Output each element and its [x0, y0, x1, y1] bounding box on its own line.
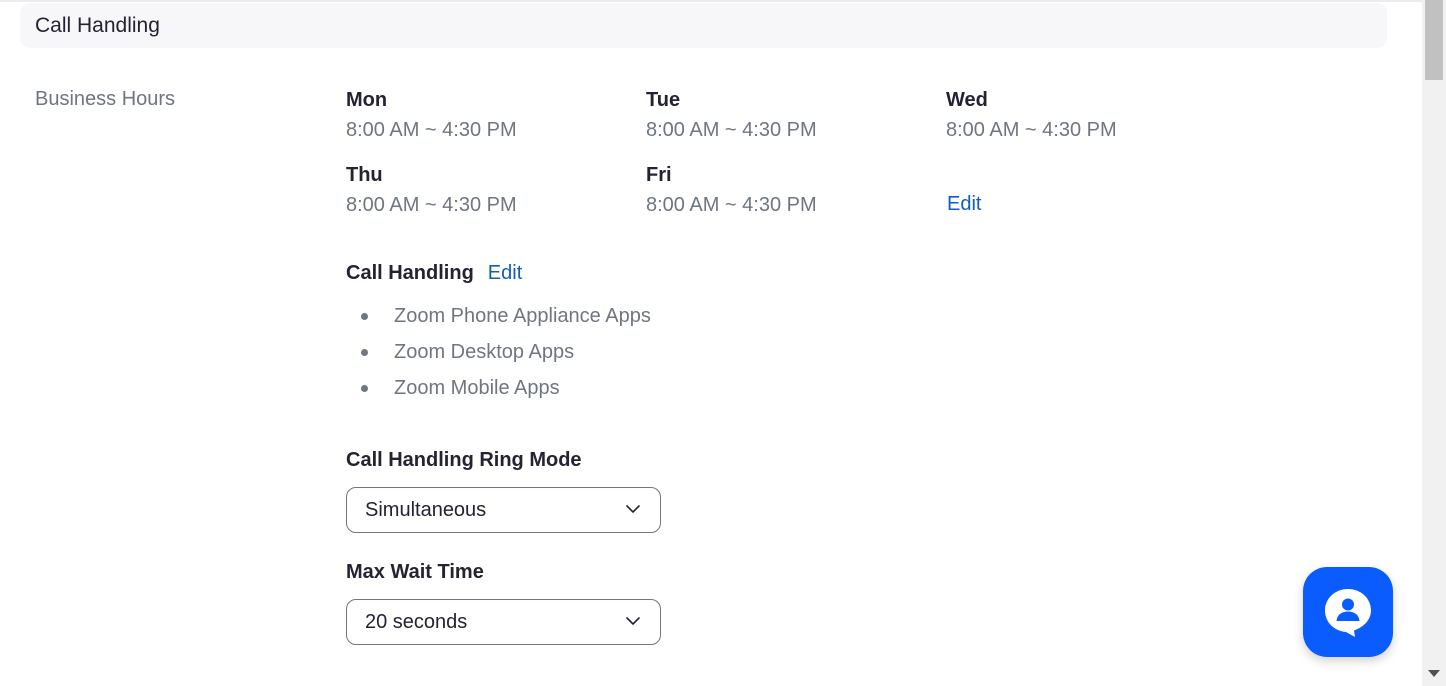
chevron-down-icon — [626, 505, 640, 513]
scroll-down-arrow-icon[interactable] — [1428, 670, 1440, 677]
edit-call-handling-link[interactable]: Edit — [488, 261, 522, 285]
app-label: Zoom Mobile Apps — [394, 377, 560, 399]
business-day-thu: Thu 8:00 AM ~ 4:30 PM — [346, 163, 626, 217]
business-day-mon: Mon 8:00 AM ~ 4:30 PM — [346, 88, 626, 142]
max-wait-select[interactable]: 20 seconds — [346, 599, 661, 645]
ring-mode-value: Simultaneous — [365, 498, 487, 521]
day-hours: 8:00 AM ~ 4:30 PM — [946, 119, 1117, 141]
day-name: Mon — [346, 89, 388, 111]
list-item: Zoom Desktop Apps — [346, 338, 651, 374]
business-day-tue: Tue 8:00 AM ~ 4:30 PM — [646, 88, 926, 142]
day-name: Tue — [646, 89, 681, 111]
business-hours-label: Business Hours — [35, 88, 176, 110]
business-day-fri: Fri 8:00 AM ~ 4:30 PM — [646, 163, 926, 217]
call-handling-title: Call Handling — [346, 262, 474, 284]
chevron-down-icon — [626, 617, 640, 625]
bullet-icon — [361, 313, 368, 320]
max-wait-value: 20 seconds — [365, 610, 468, 633]
day-name: Wed — [946, 89, 988, 111]
ring-mode-label: Call Handling Ring Mode — [346, 449, 582, 471]
section-header[interactable]: Call Handling — [20, 3, 1387, 48]
call-handling-page: Call Handling Business Hours Mon 8:00 AM… — [0, 0, 1446, 686]
list-item: Zoom Phone Appliance Apps — [346, 302, 651, 338]
day-hours: 8:00 AM ~ 4:30 PM — [646, 119, 817, 141]
list-item: Zoom Mobile Apps — [346, 374, 651, 410]
ring-mode-select[interactable]: Simultaneous — [346, 487, 661, 533]
edit-business-hours-link[interactable]: Edit — [947, 192, 981, 216]
bullet-icon — [361, 349, 368, 356]
day-hours: 8:00 AM ~ 4:30 PM — [346, 194, 517, 216]
day-hours: 8:00 AM ~ 4:30 PM — [646, 194, 817, 216]
chat-support-button[interactable] — [1303, 567, 1393, 657]
chat-agent-icon — [1325, 589, 1371, 637]
app-label: Zoom Phone Appliance Apps — [394, 305, 651, 327]
day-hours: 8:00 AM ~ 4:30 PM — [346, 119, 517, 141]
section-title: Call Handling — [35, 13, 160, 37]
bullet-icon — [361, 385, 368, 392]
app-label: Zoom Desktop Apps — [394, 341, 575, 363]
max-wait-label: Max Wait Time — [346, 561, 484, 583]
vertical-scrollbar[interactable] — [1422, 0, 1446, 686]
top-divider — [0, 0, 1422, 2]
call-handling-title-row: Call Handling Edit — [346, 261, 522, 285]
day-name: Thu — [346, 164, 383, 186]
call-handling-apps-list: Zoom Phone Appliance Apps Zoom Desktop A… — [346, 302, 651, 410]
business-day-wed: Wed 8:00 AM ~ 4:30 PM — [946, 88, 1226, 142]
day-name: Fri — [646, 164, 672, 186]
scrollbar-thumb[interactable] — [1425, 0, 1443, 80]
